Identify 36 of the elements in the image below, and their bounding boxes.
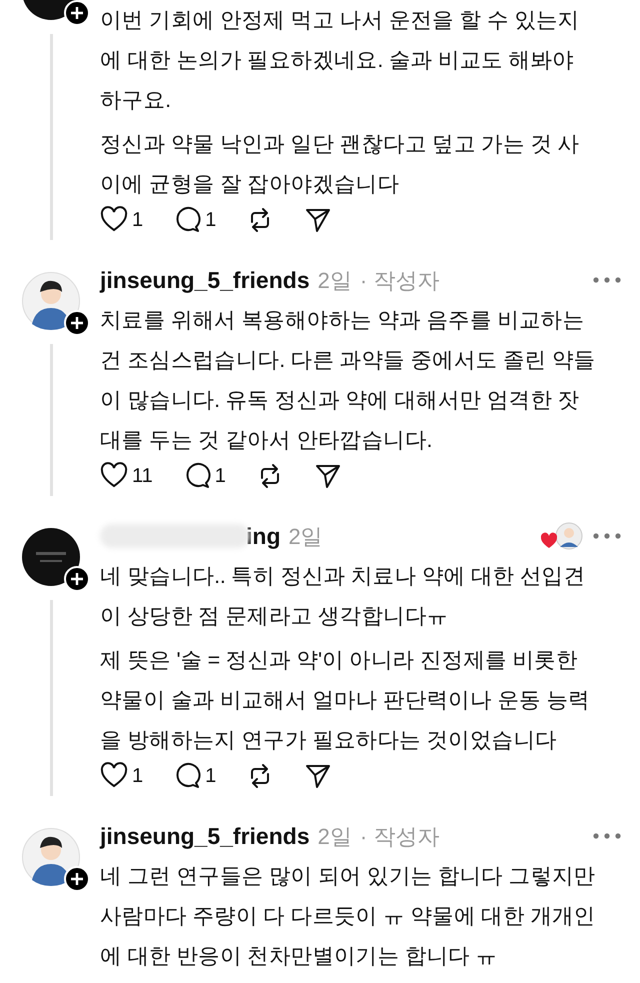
like-count: 11	[132, 464, 153, 489]
comment-text: 이번 기회에 안정제 먹고 나서 운전을 할 수 있는지 에 대한 논의가 필요하겠네요. 술과 비교도 해봐야 하구요.	[100, 7, 580, 114]
comment-text: 네 그런 연구들은 많이 되어 있기는 합니다 그렇지만 사람마다 주량이 다 다르듯이 ㅠ 약물에 대한 개개인 에 대한 반응이 천차만별이기는 합니다 ㅠ	[100, 863, 596, 970]
timestamp: 2일	[318, 266, 352, 294]
comment-text: 네 맞습니다.. 특히 정신과 치료나 약에 대한 선입견 이 상당한 점 문제라고 생각합니다ㅠ	[100, 563, 586, 630]
comment-text: 제 뜻은 '술 = 정신과 약'이 아니라 진정제를 비롯한 약물이 술과 비교해서 얼마나 판단력이나 운동 능력 을 방해하는지 연구가 필요하다는 것이었습니다	[100, 647, 591, 754]
follow-plus-icon[interactable]	[64, 566, 90, 592]
comment-text: 정신과 약물 낙인과 일단 괜찮다고 덮고 가는 것 사 이에 균형을 잘 잡아야겠습니다	[100, 131, 580, 198]
more-icon[interactable]	[592, 831, 622, 841]
avatar-figure[interactable]	[22, 272, 80, 330]
heart-icon[interactable]	[100, 462, 128, 490]
author-liked-icon	[540, 521, 584, 551]
reply-count: 1	[214, 464, 226, 489]
heart-icon[interactable]	[100, 206, 128, 234]
username[interactable]: jinseung_5_friends	[100, 818, 310, 854]
like-count: 1	[132, 764, 144, 789]
avatar-figure[interactable]	[22, 828, 80, 886]
more-icon[interactable]	[592, 275, 622, 285]
reply-count: 1	[205, 208, 216, 233]
send-icon[interactable]	[304, 762, 332, 790]
send-icon[interactable]	[304, 206, 332, 234]
more-icon[interactable]	[592, 531, 622, 541]
username[interactable]: jinseung_5_friends	[100, 262, 310, 298]
comment-text: 치료를 위해서 복용해야하는 약과 음주를 비교하는 건 조심스럽습니다. 다른 과약들 중에서도 졸린 약들 이 많습니다. 유독 정신과 약에 대해서만 엄격한 잣 대를 두는 것 같아서 안타깝습니다.	[100, 307, 596, 454]
author-label: · 작성자	[360, 822, 440, 850]
timestamp: 2일	[288, 522, 323, 550]
follow-plus-icon[interactable]	[64, 866, 90, 892]
like-count: 1	[132, 208, 144, 233]
heart-icon[interactable]	[100, 762, 128, 790]
author-label: · 작성자	[360, 266, 440, 294]
timestamp: 2일	[318, 822, 352, 850]
reply-count: 1	[205, 764, 216, 789]
follow-plus-icon[interactable]	[64, 0, 90, 26]
follow-plus-icon[interactable]	[64, 310, 90, 336]
send-icon[interactable]	[314, 462, 342, 490]
username[interactable]: ing	[246, 518, 280, 554]
